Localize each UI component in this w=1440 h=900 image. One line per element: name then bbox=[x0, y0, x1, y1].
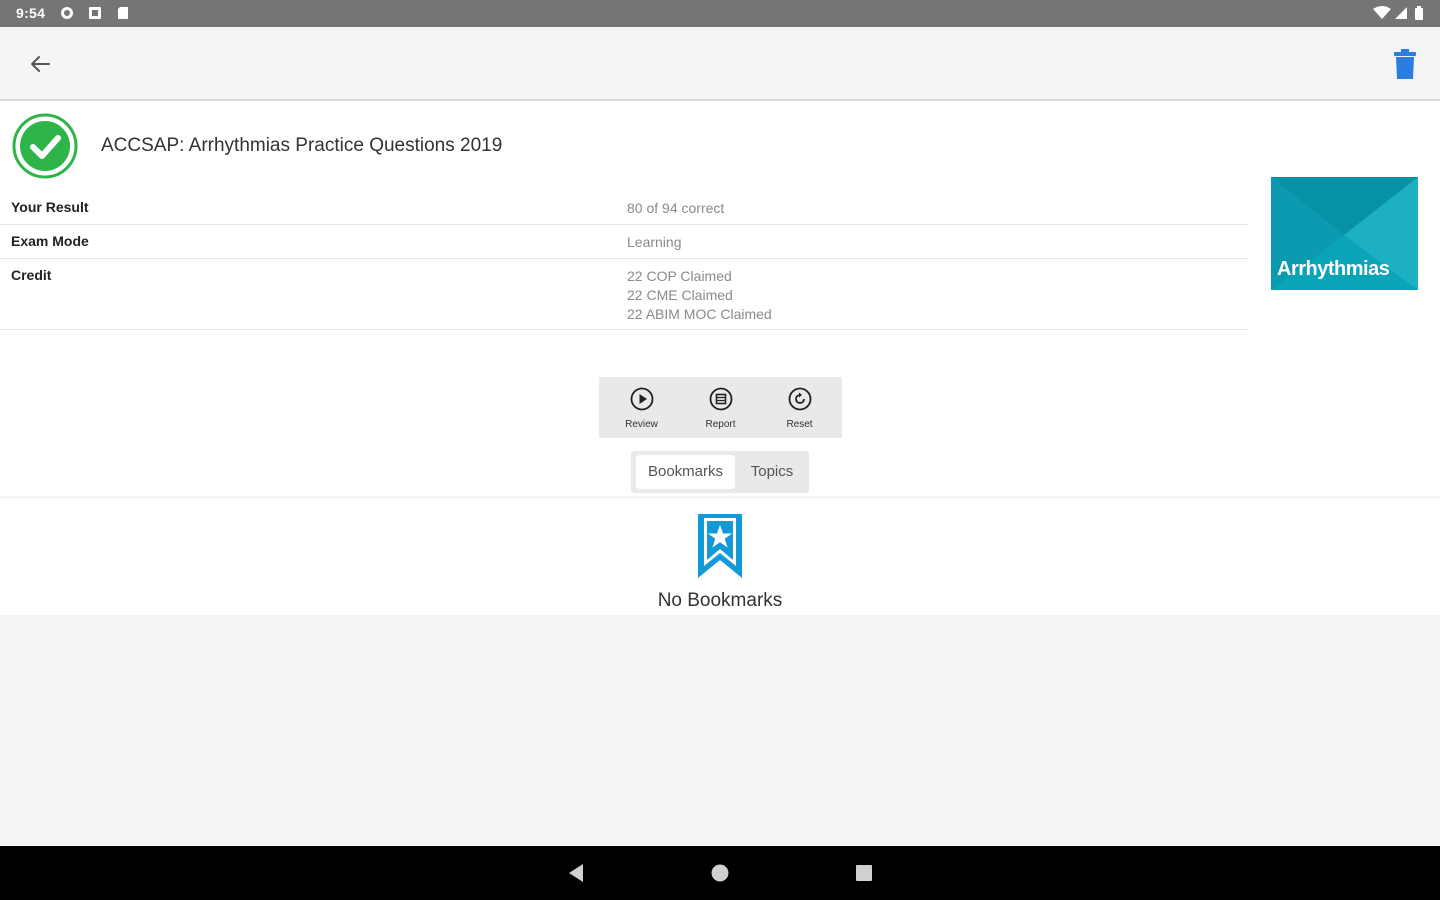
exam-details-table: Your Result 80 of 94 correct Exam Mode L… bbox=[0, 191, 1248, 330]
exam-mode-row: Exam Mode Learning bbox=[0, 225, 1248, 259]
gear-icon bbox=[61, 7, 73, 19]
wifi-icon bbox=[1373, 6, 1391, 19]
empty-state-text: No Bookmarks bbox=[657, 590, 783, 611]
tab-topics[interactable]: Topics bbox=[739, 455, 805, 489]
trash-icon[interactable] bbox=[1388, 46, 1422, 82]
reset-circle-icon bbox=[788, 387, 812, 411]
report-button[interactable]: Report bbox=[680, 377, 761, 438]
credit-abim-moc: 22 ABIM MOC Claimed bbox=[627, 306, 772, 322]
battery-icon bbox=[1415, 6, 1423, 20]
status-bar: 9:54 bbox=[0, 0, 1440, 27]
credit-cme: 22 CME Claimed bbox=[627, 287, 733, 303]
report-label: Report bbox=[705, 419, 736, 430]
exam-actions-bar: Review Report Reset bbox=[599, 377, 842, 438]
result-row: Your Result 80 of 94 correct bbox=[0, 191, 1248, 225]
exam-cover-image[interactable]: Arrhythmias bbox=[1271, 177, 1418, 290]
result-value: 80 of 94 correct bbox=[627, 200, 725, 216]
bookmark-star-icon bbox=[698, 514, 742, 578]
credit-cop: 22 COP Claimed bbox=[627, 268, 732, 284]
check-circle-icon bbox=[12, 113, 78, 179]
status-time: 9:54 bbox=[16, 5, 46, 21]
result-label: Your Result bbox=[11, 199, 89, 215]
system-nav-bar bbox=[0, 846, 1440, 900]
review-button[interactable]: Review bbox=[601, 377, 682, 438]
app-bar bbox=[0, 27, 1440, 101]
cover-title: Arrhythmias bbox=[1277, 258, 1390, 280]
nav-recents-icon[interactable] bbox=[852, 861, 876, 885]
reset-button[interactable]: Reset bbox=[759, 377, 840, 438]
review-label: Review bbox=[625, 419, 658, 430]
tab-bookmarks[interactable]: Bookmarks bbox=[636, 455, 735, 489]
exam-mode-value: Learning bbox=[627, 234, 682, 250]
credit-values: 22 COP Claimed 22 CME Claimed 22 ABIM MO… bbox=[627, 267, 772, 324]
reset-label: Reset bbox=[786, 419, 813, 430]
sd-card-icon bbox=[118, 7, 128, 19]
bookmarks-list: No Bookmarks bbox=[0, 497, 1440, 615]
arrow-back-icon[interactable] bbox=[22, 46, 58, 82]
exam-summary-panel: ACCSAP: Arrhythmias Practice Questions 2… bbox=[0, 101, 1440, 496]
credit-row: Credit 22 COP Claimed 22 CME Claimed 22 … bbox=[0, 259, 1248, 330]
exam-mode-label: Exam Mode bbox=[11, 233, 89, 249]
nav-home-icon[interactable] bbox=[708, 861, 732, 885]
play-circle-icon bbox=[630, 387, 654, 411]
notification-icon bbox=[89, 7, 101, 19]
bookmarks-topics-tabs: Bookmarks Topics bbox=[631, 451, 809, 493]
nav-back-icon[interactable] bbox=[564, 861, 588, 885]
report-circle-icon bbox=[709, 387, 733, 411]
credit-label: Credit bbox=[11, 267, 52, 283]
cell-signal-icon bbox=[1395, 7, 1407, 19]
exam-title: ACCSAP: Arrhythmias Practice Questions 2… bbox=[101, 135, 503, 156]
